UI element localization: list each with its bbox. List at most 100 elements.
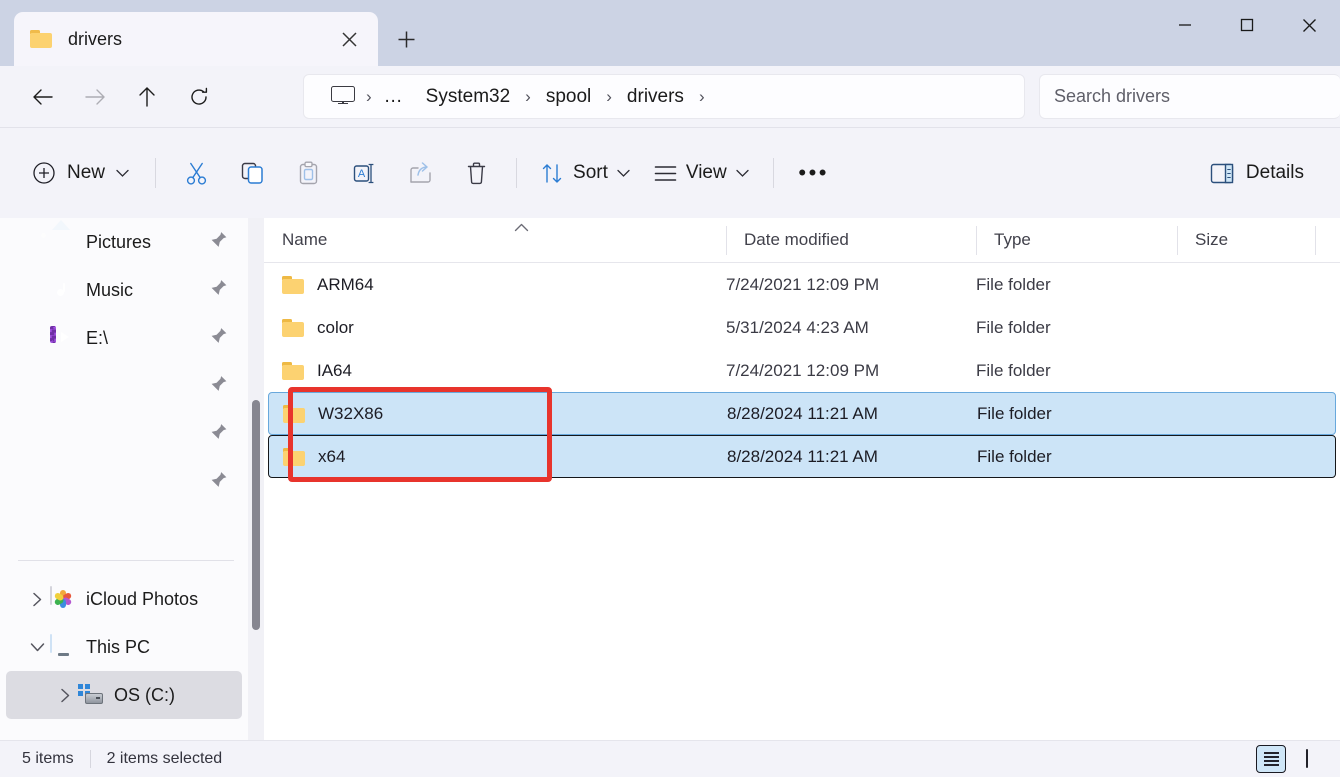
file-type-cell: File folder: [976, 274, 1051, 294]
large-icons-view-button[interactable]: [1292, 745, 1322, 773]
pin-icon[interactable]: [210, 327, 228, 350]
pin-icon[interactable]: [210, 375, 228, 398]
share-icon: [409, 161, 431, 183]
file-explorer-window: drivers › … System32 › spool › drivers ›…: [0, 0, 1340, 777]
copy-icon: [241, 162, 263, 184]
table-row[interactable]: IA64 7/24/2021 12:09 PM File folder: [268, 349, 1336, 392]
new-button[interactable]: New: [22, 151, 143, 195]
copy-button[interactable]: [224, 151, 280, 195]
chevron-down-icon: [617, 169, 630, 177]
sidebar-item-this-pc[interactable]: This PC: [6, 623, 242, 671]
breadcrumb-spool[interactable]: spool: [541, 82, 596, 112]
sidebar-item-label: This PC: [86, 636, 151, 657]
toolbar-divider: [155, 158, 157, 188]
breadcrumb-system32[interactable]: System32: [421, 82, 515, 112]
new-button-label: New: [67, 162, 106, 183]
pin-icon[interactable]: [210, 231, 228, 254]
column-header-name[interactable]: Name: [264, 218, 726, 263]
up-button[interactable]: [126, 78, 168, 116]
forward-button[interactable]: [74, 78, 116, 116]
paste-icon: [299, 161, 317, 184]
cut-button[interactable]: [168, 151, 224, 195]
tab-label: drivers: [68, 28, 123, 49]
folder-icon: [30, 30, 52, 48]
folder-icon: [282, 361, 304, 380]
sort-button-label: Sort: [573, 162, 608, 183]
folder-icon: [283, 404, 305, 423]
back-button[interactable]: [22, 78, 64, 116]
column-header-end: [1315, 218, 1340, 263]
file-date-cell: 8/28/2024 11:21 AM: [727, 403, 878, 423]
file-rows: ARM64 7/24/2021 12:09 PM File folder col…: [264, 263, 1340, 478]
file-date-cell: 8/28/2024 11:21 AM: [727, 446, 878, 466]
new-tab-button[interactable]: [378, 12, 434, 66]
file-name-text: color: [317, 317, 354, 337]
breadcrumb-overflow-button[interactable]: …: [382, 86, 407, 108]
pictures-icon: [50, 230, 76, 254]
sidebar-item-icloud-photos[interactable]: iCloud Photos: [6, 575, 242, 623]
file-date-cell: 5/31/2024 4:23 AM: [726, 317, 869, 337]
this-pc-icon[interactable]: [330, 85, 356, 108]
table-row[interactable]: ARM64 7/24/2021 12:09 PM File folder: [268, 263, 1336, 306]
sort-arrows-icon: [542, 163, 562, 183]
status-divider: [89, 750, 91, 768]
sidebar-item-unlabeled-6[interactable]: [6, 458, 242, 506]
plus-circle-icon: [33, 162, 55, 184]
more-options-button[interactable]: •••: [786, 151, 842, 195]
chevron-right-icon[interactable]: [24, 592, 50, 607]
file-type-cell: File folder: [976, 360, 1051, 380]
refresh-button[interactable]: [178, 78, 220, 116]
address-bar[interactable]: › … System32 › spool › drivers ›: [303, 74, 1025, 119]
folder-icon: [283, 447, 305, 466]
table-row[interactable]: color 5/31/2024 4:23 AM File folder: [268, 306, 1336, 349]
table-row[interactable]: W32X86 8/28/2024 11:21 AM File folder: [268, 392, 1336, 435]
sidebar-item-music[interactable]: Music: [6, 266, 242, 314]
file-name-text: W32X86: [318, 403, 384, 423]
sort-button[interactable]: Sort: [529, 151, 642, 195]
pin-icon[interactable]: [210, 279, 228, 302]
sidebar-item-pictures[interactable]: Pictures: [6, 218, 242, 266]
rename-icon: A: [353, 163, 373, 183]
delete-button[interactable]: [448, 151, 504, 195]
sidebar-item-unlabeled-5[interactable]: [6, 410, 242, 458]
rename-button[interactable]: A: [336, 151, 392, 195]
sidebar-item-drive-e[interactable]: E:\: [6, 314, 242, 362]
search-input[interactable]: [1054, 86, 1326, 107]
file-name-cell: IA64: [268, 361, 726, 381]
toolbar-divider: [516, 158, 518, 188]
sidebar-divider: [18, 560, 234, 561]
breadcrumb-separator: ›: [525, 86, 531, 106]
pin-icon[interactable]: [210, 423, 228, 446]
sidebar-scrollbar-thumb[interactable]: [252, 400, 260, 630]
search-box[interactable]: [1039, 74, 1340, 119]
this-pc-icon: [50, 634, 76, 659]
folder-icon: [282, 318, 304, 337]
file-name-text: x64: [318, 446, 346, 466]
tab-drivers[interactable]: drivers: [14, 12, 378, 66]
view-button[interactable]: View: [642, 151, 761, 195]
minimize-button[interactable]: [1154, 0, 1216, 50]
chevron-right-icon[interactable]: [52, 688, 78, 703]
column-header-size[interactable]: Size: [1177, 218, 1315, 263]
details-pane-label: Details: [1245, 162, 1304, 183]
chevron-down-icon: [736, 169, 749, 177]
sidebar-item-os-c-drive[interactable]: OS (C:): [6, 671, 242, 719]
close-tab-icon[interactable]: [332, 22, 366, 56]
details-view-button[interactable]: [1256, 745, 1286, 773]
sidebar-item-unlabeled-4[interactable]: [6, 362, 242, 410]
maximize-button[interactable]: [1216, 0, 1278, 50]
file-name-text: IA64: [317, 360, 352, 380]
file-name-cell: W32X86: [269, 404, 727, 424]
column-header-date-modified[interactable]: Date modified: [726, 218, 976, 263]
icon-placeholder: [50, 374, 76, 398]
table-row[interactable]: x64 8/28/2024 11:21 AM File folder: [268, 435, 1336, 478]
column-header-type[interactable]: Type: [976, 218, 1177, 263]
details-pane-button[interactable]: Details: [1198, 151, 1316, 195]
share-button[interactable]: [392, 151, 448, 195]
breadcrumb-drivers[interactable]: drivers: [622, 82, 689, 112]
sidebar-item-label: OS (C:): [114, 684, 175, 705]
chevron-down-icon[interactable]: [24, 642, 50, 653]
paste-button[interactable]: [280, 151, 336, 195]
pin-icon[interactable]: [210, 471, 228, 494]
close-window-button[interactable]: [1278, 0, 1340, 50]
